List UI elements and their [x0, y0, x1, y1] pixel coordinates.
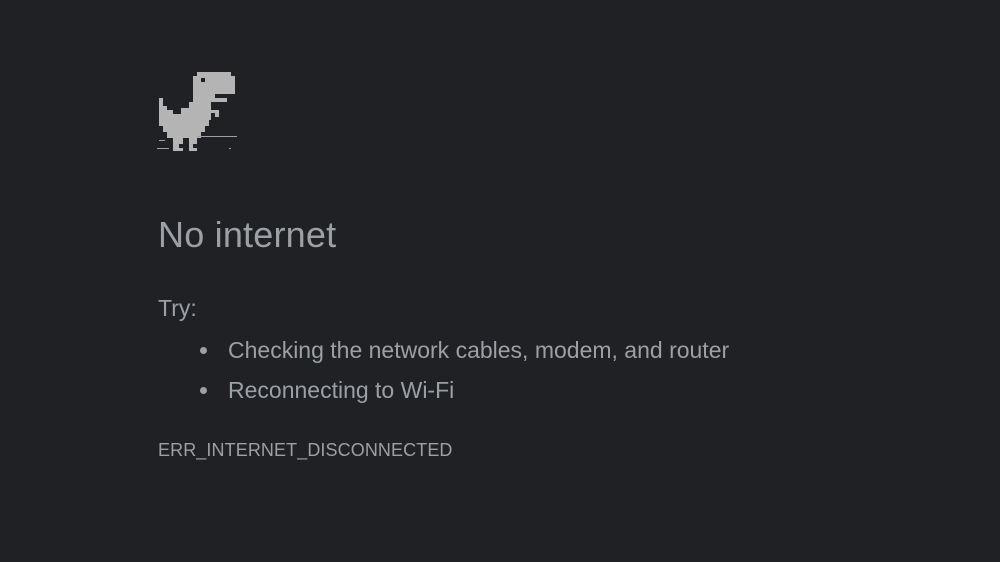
suggestion-list: Checking the network cables, modem, and … [200, 330, 729, 410]
error-code: ERR_INTERNET_DISCONNECTED [158, 440, 453, 460]
page-title: No internet [158, 214, 337, 255]
bullet-icon [200, 387, 207, 394]
bullet-icon [200, 347, 207, 354]
try-label: Try: [158, 295, 197, 321]
suggestion-item: Reconnecting to Wi-Fi [200, 370, 729, 410]
suggestion-item: Checking the network cables, modem, and … [200, 330, 729, 370]
offline-error-page: No internet Try: Checking the network ca… [0, 0, 1000, 562]
offline-dinosaur-icon[interactable] [157, 70, 239, 154]
suggestion-text: Checking the network cables, modem, and … [228, 337, 730, 363]
suggestion-text: Reconnecting to Wi-Fi [228, 377, 455, 403]
